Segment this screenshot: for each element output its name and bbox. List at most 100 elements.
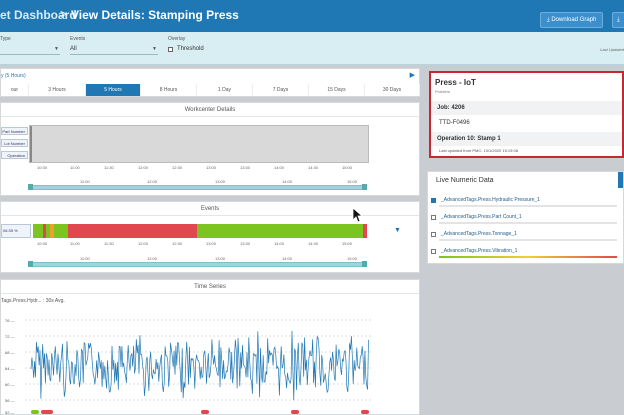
value-gauge [439,205,617,207]
live-item-name: _AdvancedTags.Press.Vibration_1 [441,248,518,254]
live-item[interactable]: _AdvancedTags.Press.Vibration_1 [431,247,621,261]
workcenter-range-slider[interactable] [29,185,367,190]
type-select[interactable] [0,54,60,55]
events-select[interactable] [70,54,158,55]
tick-label: 10:30 [37,165,48,170]
time-series-subtitle: Tags.Press.Hydr... : 30s Avg. [1,298,65,304]
live-item[interactable]: _AdvancedTags.Press.Hydraulic Pressure_1 [431,196,621,210]
overlay-label: Overlay [168,36,186,42]
series-checkbox[interactable] [431,215,436,220]
chevron-down-icon[interactable]: ▼ [152,46,157,52]
tick-label: 14:30 [308,241,319,246]
range-option[interactable]: 30 Days [365,84,420,96]
y-tick-label: 68 — [5,350,15,355]
y-tick-label: 72 — [5,334,15,339]
event-marker [41,410,53,414]
time-series-chart[interactable] [25,316,371,412]
slider-tick: 13:00 [215,256,226,261]
panel-toggle[interactable] [618,172,623,188]
live-item[interactable]: _AdvancedTags.Press.Tonnage_1 [431,230,621,244]
grid-lines [25,319,371,401]
slider-handle-left[interactable] [28,184,33,190]
events-select-value[interactable]: All [70,46,77,52]
y-tick-label: 76 — [5,318,15,323]
slider-handle-right[interactable] [362,184,367,190]
row-label-operation: Operation [1,151,28,159]
value-gauge [439,222,617,224]
operation-name: Operation 10: Stamp 1 [431,132,622,146]
range-option[interactable]: 1 Day [197,84,253,96]
live-data-title: Live Numeric Data [436,177,494,184]
range-option-active[interactable]: 5 Hours [86,84,141,96]
range-option[interactable]: 3 Hours [29,84,86,96]
download-button[interactable]: ⤓ [612,12,624,28]
range-title: y (5 Hours) [1,73,26,79]
caret-right-icon[interactable]: ▶ [410,71,415,79]
slider-tick: 15:00 [347,179,358,184]
tick-label: 11:00 [70,165,80,170]
event-running[interactable] [54,224,68,238]
series-checkbox-checked[interactable] [431,198,436,203]
event-marker [31,410,39,414]
filter-bar: Type ▼ Events All ▼ Overlay Threshold [0,32,624,65]
tick-label: 14:30 [308,165,319,170]
slider-tick: 12:00 [147,256,158,261]
chevron-down-icon[interactable]: ▼ [394,227,401,234]
series-checkbox[interactable] [431,232,436,237]
event-marker [201,410,209,414]
chevron-down-icon[interactable]: ▼ [54,46,59,52]
last-saved-text: Last Updated [600,47,624,52]
event-marker [361,410,369,414]
part-number: TTD-F0496 [439,120,470,126]
tick-label: 11:30 [104,165,114,170]
event-running[interactable] [197,224,363,238]
event-down[interactable] [68,224,75,238]
event-marker [291,410,299,414]
events-row-label: 06:35 % [1,224,31,238]
row-label-part-number: Part Number [1,127,28,135]
range-option[interactable]: 8 Hours [141,84,197,96]
tick-label: 15:00 [342,241,353,246]
workcenter-details-panel: Workcenter Details Part Number Lot Numbe… [0,102,420,196]
tick-label: 13:00 [206,165,217,170]
slider-handle-right[interactable] [362,261,367,267]
tick-label: 15:00 [342,165,353,170]
live-numeric-data-panel: Live Numeric Data _AdvancedTags.Press.Hy… [427,171,624,264]
event-running[interactable] [33,224,43,238]
slider-tick: 12:00 [147,179,158,184]
tick-label: 14:00 [274,165,285,170]
workcenter-title: Workcenter Details [1,103,419,117]
slider-tick: 14:00 [282,256,293,261]
slider-handle-left[interactable] [28,261,33,267]
tick-label: 12:00 [138,241,149,246]
live-item-name: _AdvancedTags.Press.Hydraulic Pressure_1 [441,197,540,203]
live-item[interactable]: _AdvancedTags.Press.Part Count_1 [431,213,621,227]
slider-tick: 11:00 [80,179,90,184]
tick-label: 11:30 [104,241,114,246]
tick-label: 11:00 [70,241,80,246]
event-down[interactable] [363,224,367,238]
download-graph-button[interactable]: ⤓ Download Graph [540,12,604,28]
tick-label: 13:30 [240,165,251,170]
download-icon: ⤓ [547,17,550,23]
download-icon: ⤓ [617,17,620,23]
hydraulic-pressure-series [30,330,369,401]
live-item-name: _AdvancedTags.Press.Part Count_1 [441,214,522,220]
value-gauge [439,239,617,241]
tick-label: 10:30 [37,241,48,246]
row-label-lot-number: Lot Number [1,139,28,147]
threshold-checkbox[interactable] [168,47,173,52]
events-range-slider[interactable] [29,262,367,267]
series-checkbox[interactable] [431,249,436,254]
range-option[interactable]: 15 Days [309,84,365,96]
last-updated: Last updated from PMC: 10/1/2020 15:19:0… [439,148,518,153]
asset-status-card[interactable]: Press - IoT Problem Job: 4206 TTD-F0496 … [429,71,624,158]
asset-status: Problem [435,89,450,94]
range-option[interactable]: 7 Days [253,84,309,96]
type-label: Type [0,36,11,42]
event-down[interactable] [75,224,197,238]
top-bar: et Dashboard > View Details: Stamping Pr… [0,0,624,32]
y-tick-label: 64 — [5,366,15,371]
range-option[interactable]: our [1,84,29,96]
live-item-name: _AdvancedTags.Press.Tonnage_1 [441,231,517,237]
